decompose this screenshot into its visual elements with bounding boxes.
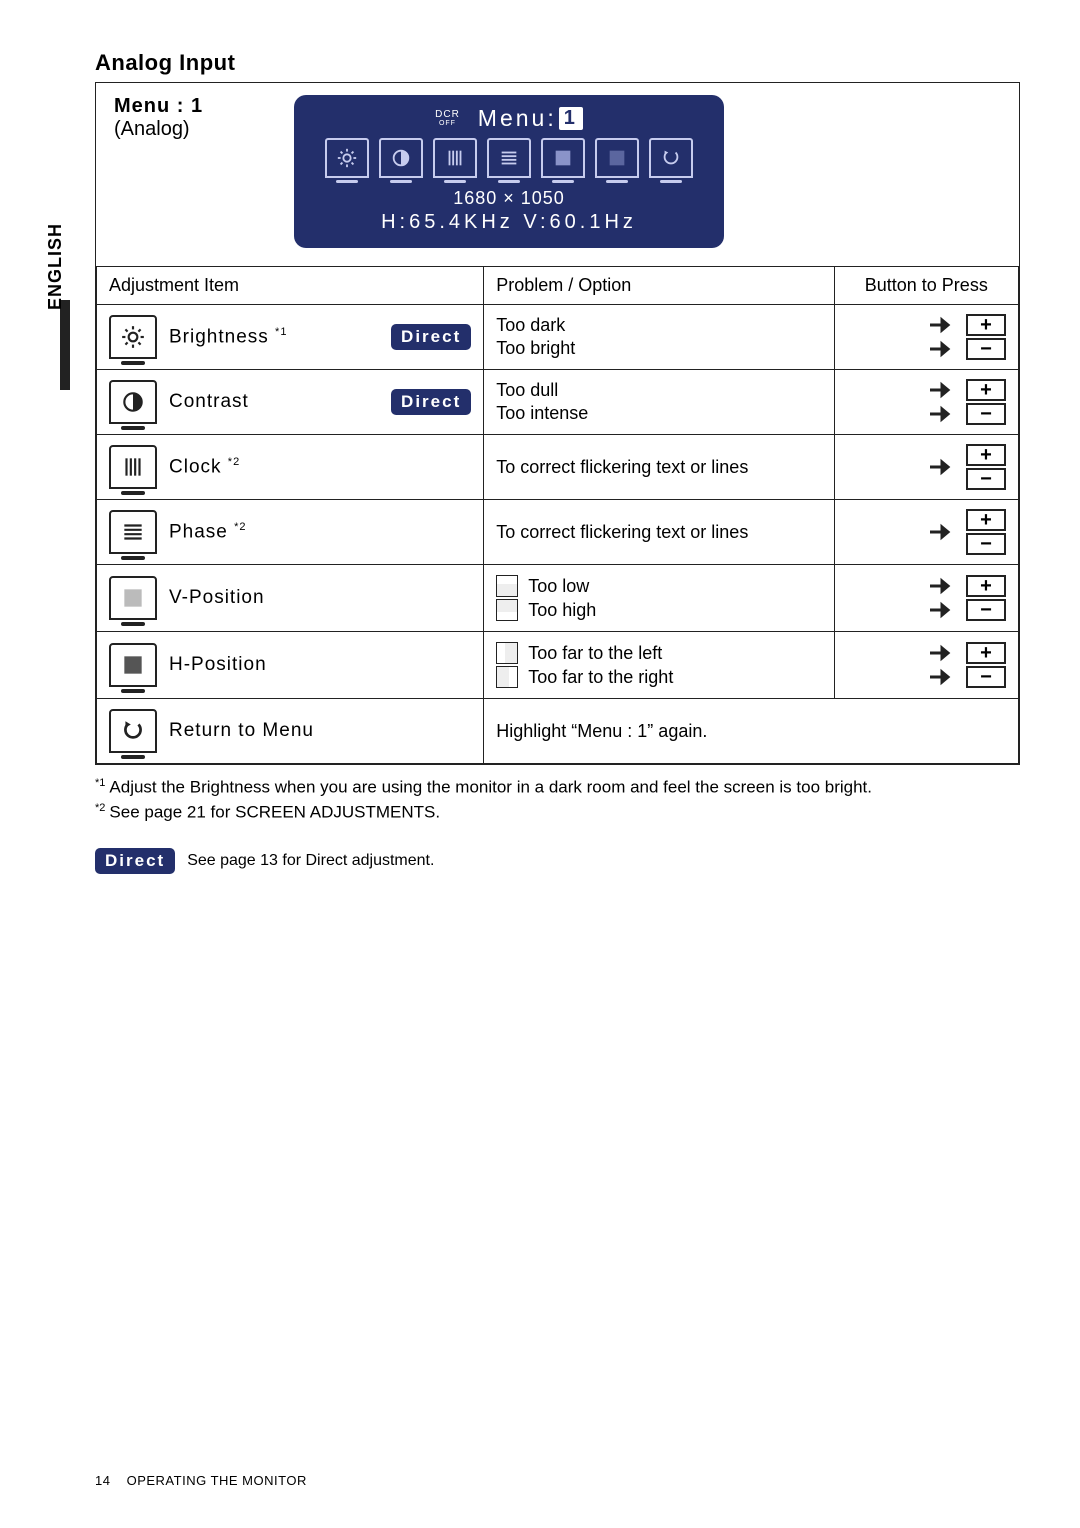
header-button: Button to Press <box>834 267 1018 305</box>
direct-badge: Direct <box>391 324 471 350</box>
language-tab-bar <box>60 300 70 390</box>
footnote-2: See page 21 for SCREEN ADJUSTMENTS. <box>109 802 440 821</box>
vposition-icon <box>109 576 157 620</box>
osd-icon-row <box>312 138 706 178</box>
vposition-label: V-Position <box>169 587 471 609</box>
hand-icon <box>928 575 958 597</box>
footnote-1: Adjust the Brightness when you are using… <box>109 778 872 797</box>
menu-label-block: Menu : 1 (Analog) <box>114 95 254 141</box>
return-icon <box>649 138 693 178</box>
swatch-icon <box>496 599 518 621</box>
vposition-icon <box>541 138 585 178</box>
osd-resolution: 1680 × 1050 <box>312 188 706 209</box>
contrast-icon <box>379 138 423 178</box>
brightness-label: Brightness *1 <box>169 326 379 348</box>
brightness-icon <box>109 315 157 359</box>
page-heading: Analog Input <box>95 50 1020 76</box>
problem-too-dark: Too dark <box>496 315 821 336</box>
problem-return: Highlight “Menu : 1” again. <box>484 699 1019 764</box>
table-row: Brightness *1 Direct Too dark Too bright… <box>97 305 1019 370</box>
problem-phase: To correct flickering text or lines <box>484 500 834 565</box>
hand-icon <box>928 456 958 478</box>
contrast-label: Contrast <box>169 391 379 413</box>
page-number: 14 <box>95 1473 110 1488</box>
plus-button[interactable]: + <box>966 575 1006 597</box>
hand-icon <box>928 642 958 664</box>
contrast-icon <box>109 380 157 424</box>
direct-badge: Direct <box>391 389 471 415</box>
adjustment-table: Adjustment Item Problem / Option Button … <box>96 266 1019 764</box>
minus-button[interactable]: − <box>966 599 1006 621</box>
clock-icon <box>433 138 477 178</box>
direct-badge: Direct <box>95 848 175 874</box>
problem-too-high: Too high <box>528 600 596 621</box>
phase-icon <box>487 138 531 178</box>
osd-menu-label: Menu: <box>478 105 557 132</box>
plus-button[interactable]: + <box>966 314 1006 336</box>
plus-button[interactable]: + <box>966 642 1006 664</box>
menu-title: Menu : 1 <box>114 95 254 118</box>
minus-button[interactable]: − <box>966 403 1006 425</box>
hand-icon <box>928 521 958 543</box>
direct-note: Direct See page 13 for Direct adjustment… <box>95 848 1020 874</box>
plus-button[interactable]: + <box>966 379 1006 401</box>
problem-too-left: Too far to the left <box>528 643 662 664</box>
hand-icon <box>928 379 958 401</box>
page-footer: 14 OPERATING THE MONITOR <box>95 1473 307 1488</box>
hand-icon <box>928 403 958 425</box>
brightness-icon <box>325 138 369 178</box>
menu-subtitle: (Analog) <box>114 118 254 141</box>
minus-button[interactable]: − <box>966 338 1006 360</box>
phase-label: Phase *2 <box>169 521 471 543</box>
plus-button[interactable]: + <box>966 509 1006 531</box>
table-row: Phase *2 To correct flickering text or l… <box>97 500 1019 565</box>
language-tab: ENGLISH <box>45 223 66 310</box>
osd-screenshot: DCROFF Menu: 1 1680 × 1050 <box>294 95 724 248</box>
table-row: Contrast Direct Too dull Too intense + − <box>97 370 1019 435</box>
hand-icon <box>928 666 958 688</box>
osd-menu-number: 1 <box>559 107 583 130</box>
header-problem: Problem / Option <box>484 267 834 305</box>
phase-icon <box>109 510 157 554</box>
return-label: Return to Menu <box>169 720 471 742</box>
hposition-icon <box>595 138 639 178</box>
problem-too-intense: Too intense <box>496 403 821 424</box>
clock-label: Clock *2 <box>169 456 471 478</box>
problem-too-bright: Too bright <box>496 338 821 359</box>
hand-icon <box>928 314 958 336</box>
osd-preview-area: Menu : 1 (Analog) DCROFF Menu: 1 <box>96 83 1019 266</box>
return-icon <box>109 709 157 753</box>
menu-panel: Menu : 1 (Analog) DCROFF Menu: 1 <box>95 82 1020 765</box>
problem-too-right: Too far to the right <box>528 667 673 688</box>
plus-button[interactable]: + <box>966 444 1006 466</box>
hposition-icon <box>109 643 157 687</box>
problem-too-dull: Too dull <box>496 380 821 401</box>
problem-clock: To correct flickering text or lines <box>484 435 834 500</box>
swatch-icon <box>496 666 518 688</box>
table-row: H-Position Too far to the left Too far t… <box>97 632 1019 699</box>
footnotes: *1Adjust the Brightness when you are usi… <box>95 777 1020 822</box>
problem-too-low: Too low <box>528 576 589 597</box>
table-row: Return to Menu Highlight “Menu : 1” agai… <box>97 699 1019 764</box>
osd-frequency: H:65.4KHz V:60.1Hz <box>312 211 706 234</box>
hand-icon <box>928 338 958 360</box>
minus-button[interactable]: − <box>966 468 1006 490</box>
table-row: V-Position Too low Too high + − <box>97 565 1019 632</box>
hposition-label: H-Position <box>169 654 471 676</box>
table-row: Clock *2 To correct flickering text or l… <box>97 435 1019 500</box>
minus-button[interactable]: − <box>966 666 1006 688</box>
swatch-icon <box>496 642 518 664</box>
hand-icon <box>928 599 958 621</box>
direct-note-text: See page 13 for Direct adjustment. <box>187 852 434 870</box>
swatch-icon <box>496 575 518 597</box>
footer-section: OPERATING THE MONITOR <box>127 1473 307 1488</box>
clock-icon <box>109 445 157 489</box>
dcr-indicator: DCROFF <box>435 110 460 128</box>
header-adjustment: Adjustment Item <box>97 267 484 305</box>
minus-button[interactable]: − <box>966 533 1006 555</box>
